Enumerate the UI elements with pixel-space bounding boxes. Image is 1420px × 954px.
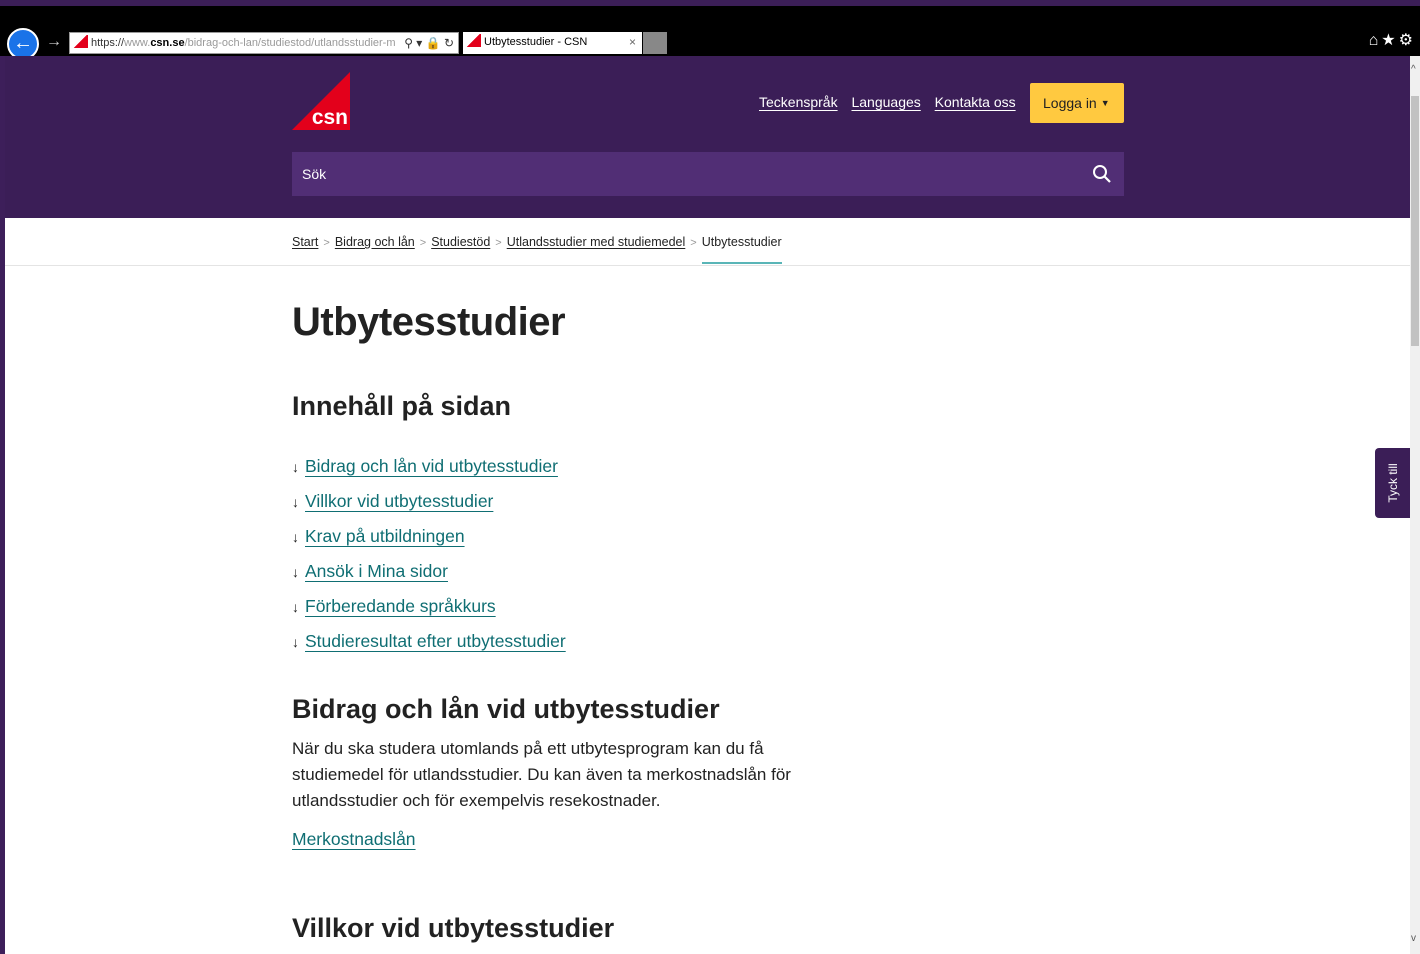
feedback-label: Tyck till [1385, 463, 1400, 503]
tab-title: Utbytesstudier - CSN [484, 36, 588, 48]
login-button[interactable]: Logga in ▼ [1030, 83, 1124, 123]
arrow-down-icon: ↓ [292, 494, 299, 510]
section-paragraph: När du ska studera utomlands på ett utby… [292, 739, 791, 810]
toc-item: ↓ Ansök i Mina sidor [292, 561, 566, 596]
toc-link[interactable]: Krav på utbildningen [305, 526, 465, 546]
toc-link[interactable]: Bidrag och lån vid utbytesstudier [305, 456, 558, 476]
toc-item: ↓ Förberedande språkkurs [292, 596, 566, 631]
forward-arrow-icon[interactable]: → [46, 33, 62, 51]
toc-link[interactable]: Studieresultat efter utbytesstudier [305, 631, 566, 651]
browser-tab[interactable]: Utbytesstudier - CSN × [463, 32, 642, 54]
link-languages[interactable]: Languages [851, 94, 920, 110]
search-label: Sök [302, 166, 327, 182]
toc-link[interactable]: Ansök i Mina sidor [305, 561, 448, 581]
address-bar[interactable]: https://www.csn.se/bidrag-och-lan/studie… [69, 32, 459, 54]
page-title: Utbytesstudier [292, 300, 566, 344]
breadcrumb-bidrag-och-lan[interactable]: Bidrag och lån [335, 235, 415, 249]
toc-item: ↓ Studieresultat efter utbytesstudier [292, 631, 566, 666]
breadcrumb: Start > Bidrag och lån > Studiestöd > Utlandss… [5, 218, 1410, 266]
csn-logo[interactable]: csn [292, 72, 350, 130]
merkostnadslan-link[interactable]: Merkostnadslån [292, 829, 416, 850]
arrow-down-icon: ↓ [292, 459, 299, 475]
search-icon[interactable] [1092, 164, 1112, 184]
chevron-down-icon: ▼ [1100, 98, 1110, 108]
url-protocol: https:// [91, 37, 125, 49]
new-tab-button[interactable] [643, 32, 667, 54]
site-header: csn Teckenspråk Languages Kontakta oss L… [5, 56, 1410, 218]
toc-link[interactable]: Förberedande språkkurs [305, 596, 496, 616]
url-prefix: www. [124, 37, 151, 49]
toc-item: ↓ Krav på utbildningen [292, 526, 566, 561]
breadcrumb-start[interactable]: Start [292, 235, 318, 249]
csn-logo-text: csn [312, 106, 348, 129]
toc-item: ↓ Villkor vid utbytesstudier [292, 491, 566, 526]
feedback-tab[interactable]: Tyck till [1375, 448, 1410, 518]
toc-heading: Innehåll på sidan [292, 391, 512, 421]
search-input[interactable]: Sök [292, 152, 1124, 196]
scrollbar-thumb[interactable] [1411, 96, 1419, 346]
browser-chrome: ← → https://www.csn.se/bidrag-och-lan/st… [0, 6, 1420, 60]
section-heading: Bidrag och lån vid utbytesstudier [292, 694, 720, 724]
url-path: /bidrag-och-lan/studiestod/utlandsstudie… [184, 37, 396, 49]
arrow-down-icon: ↓ [292, 529, 299, 545]
scroll-up-icon[interactable]: ^ [1411, 64, 1416, 75]
tab-favicon-icon [466, 34, 481, 47]
login-label: Logga in [1043, 95, 1097, 111]
link-kontakta-oss[interactable]: Kontakta oss [935, 94, 1016, 110]
breadcrumb-studiestod[interactable]: Studiestöd [431, 235, 490, 249]
tab-close-icon[interactable]: × [629, 32, 636, 53]
address-tools-icons[interactable]: ⚲ ▾ 🔒 ↻ [400, 33, 454, 53]
page-viewport: csn Teckenspråk Languages Kontakta oss L… [5, 56, 1410, 954]
home-favorites-settings-icons[interactable]: ⌂★⚙ [1369, 30, 1416, 50]
table-of-contents: ↓ Bidrag och lån vid utbytesstudier ↓ Vill… [292, 456, 566, 666]
link-teckensprak[interactable]: Teckenspråk [759, 94, 838, 110]
url-host: csn.se [150, 37, 185, 49]
breadcrumb-utlandsstudier[interactable]: Utlandsstudier med studiemedel [507, 235, 686, 249]
section-heading: Villkor vid utbytesstudier [292, 913, 615, 943]
arrow-down-icon: ↓ [292, 599, 299, 615]
scrollbar[interactable]: ^ v [1410, 56, 1420, 954]
chevron-right-icon: > [690, 237, 697, 249]
arrow-down-icon: ↓ [292, 564, 299, 580]
scroll-down-icon[interactable]: v [1411, 933, 1416, 944]
toc-item: ↓ Bidrag och lån vid utbytesstudier [292, 456, 566, 491]
chevron-right-icon: > [419, 237, 427, 249]
toc-link[interactable]: Villkor vid utbytesstudier [305, 491, 493, 511]
chevron-right-icon: > [323, 237, 330, 249]
arrow-down-icon: ↓ [292, 634, 299, 650]
top-links: Teckenspråk Languages Kontakta oss [759, 94, 1026, 110]
chevron-right-icon: > [495, 237, 502, 249]
breadcrumb-current: Utbytesstudier [701, 235, 782, 264]
site-favicon-icon [73, 35, 88, 48]
